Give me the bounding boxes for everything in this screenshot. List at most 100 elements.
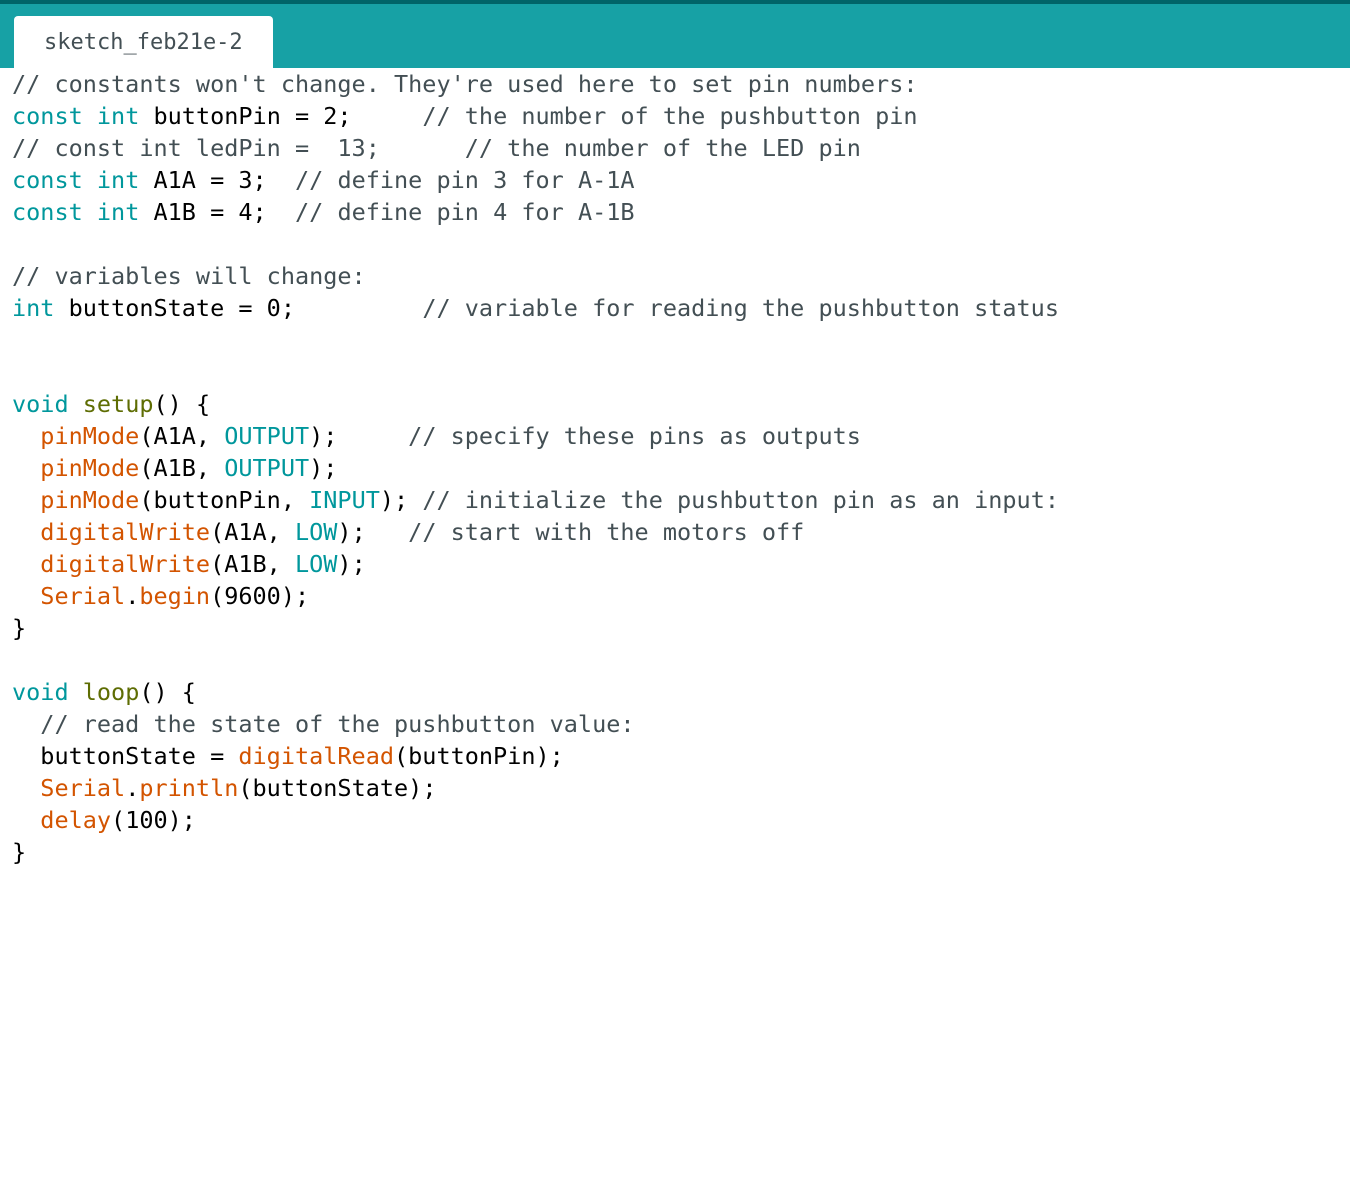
tab-sketch[interactable]: sketch_feb21e-2 — [14, 16, 273, 68]
code-comment: // constants won't change. They're used … — [12, 70, 918, 98]
code-text-run — [12, 518, 40, 546]
code-line[interactable]: digitalWrite(A1B, LOW); — [12, 548, 1059, 580]
code-text-run: . — [125, 774, 140, 802]
code-text-run: () { — [153, 390, 211, 418]
code-comment: // read the state of the pushbutton valu… — [40, 710, 635, 738]
code-line[interactable]: // constants won't change. They're used … — [12, 68, 1059, 100]
code-builtin: pinMode — [40, 486, 140, 514]
code-comment: // the number of the pushbutton pin — [422, 102, 918, 130]
code-text-run: () { — [139, 678, 196, 706]
code-text-run: (A1B, — [139, 454, 225, 482]
code-line[interactable]: // variables will change: — [12, 260, 1059, 292]
code-text-run — [12, 422, 40, 450]
code-builtin: println — [139, 774, 239, 802]
code-constant: LOW — [294, 518, 338, 546]
code-comment: // initialize the pushbutton pin as an i… — [422, 486, 1059, 514]
code-builtin: pinMode — [40, 454, 140, 482]
code-text-run — [69, 678, 83, 706]
code-keyword: int — [96, 102, 140, 130]
code-text-run — [12, 806, 40, 834]
code-editor[interactable]: // constants won't change. They're used … — [0, 68, 1350, 1192]
code-text-run — [12, 582, 40, 610]
code-keyword: int — [96, 166, 140, 194]
code-builtin: digitalWrite — [40, 518, 211, 546]
code-text-run: (A1A, — [210, 518, 295, 546]
code-text-run: A1B = 4; — [139, 198, 295, 226]
code-keyword: void — [12, 678, 69, 706]
code-constant: OUTPUT — [224, 454, 310, 482]
code-constant: OUTPUT — [224, 422, 310, 450]
code-line[interactable]: Serial.begin(9600); — [12, 580, 1059, 612]
code-keyword: int — [12, 294, 55, 322]
code-text-run — [12, 710, 40, 738]
code-line[interactable]: void setup() { — [12, 388, 1059, 420]
code-line[interactable]: ​ — [12, 644, 1059, 676]
code-line[interactable]: ​ — [12, 356, 1059, 388]
code-text-run: ); — [309, 422, 409, 450]
code-keyword: const — [12, 166, 83, 194]
code-text-run — [83, 198, 97, 226]
code-text-run: buttonState = — [12, 742, 239, 770]
code-comment: // start with the motors off — [408, 518, 805, 546]
code-line[interactable]: ​ — [12, 228, 1059, 260]
code-builtin: digitalRead — [238, 742, 395, 770]
code-keyword: void — [12, 390, 69, 418]
code-line[interactable]: const int buttonPin = 2; // the number o… — [12, 100, 1059, 132]
code-text-run: (100); — [111, 806, 196, 834]
code-comment: // define pin 4 for A-1B — [295, 198, 635, 226]
code-text-run: A1A = 3; — [139, 166, 295, 194]
code-builtin: Serial — [40, 582, 126, 610]
code-line[interactable]: } — [12, 612, 1059, 644]
code-keyword: const — [12, 198, 83, 226]
code-line[interactable]: ​ — [12, 324, 1059, 356]
code-line[interactable]: } — [12, 836, 1059, 868]
code-text-run — [12, 486, 40, 514]
code-line[interactable]: const int A1A = 3; // define pin 3 for A… — [12, 164, 1059, 196]
code-function-name: loop — [82, 678, 140, 706]
code-text-run: } — [12, 838, 27, 866]
code-text-run: (buttonState); — [238, 774, 437, 802]
ide-window: sketch_feb21e-2 // constants won't chang… — [0, 0, 1350, 1192]
code-line[interactable]: pinMode(buttonPin, INPUT); // initialize… — [12, 484, 1059, 516]
code-comment: // variables will change: — [12, 262, 366, 290]
code-text-run — [83, 102, 97, 130]
code-text-run — [69, 390, 83, 418]
code-line[interactable]: digitalWrite(A1A, LOW); // start with th… — [12, 516, 1059, 548]
code-builtin: Serial — [40, 774, 126, 802]
code-line[interactable]: void loop() { — [12, 676, 1059, 708]
code-line[interactable]: // const int ledPin = 13; // the number … — [12, 132, 1059, 164]
code-keyword: int — [96, 198, 140, 226]
code-comment: // const int ledPin = 13; // the number … — [12, 134, 861, 162]
code-text-run: (buttonPin); — [394, 742, 564, 770]
code-line[interactable]: delay(100); — [12, 804, 1059, 836]
code-builtin: delay — [40, 806, 112, 834]
code-keyword: const — [12, 102, 83, 130]
code-text-run: } — [12, 614, 27, 642]
code-line[interactable]: // read the state of the pushbutton valu… — [12, 708, 1059, 740]
code-constant: INPUT — [309, 486, 380, 514]
code-text-run: buttonPin = 2; — [139, 102, 423, 130]
code-builtin: pinMode — [40, 422, 140, 450]
code-constant: LOW — [294, 550, 338, 578]
code-comment: // define pin 3 for A-1A — [295, 166, 635, 194]
code-text[interactable]: // constants won't change. They're used … — [12, 68, 1059, 868]
code-text-run: (A1A, — [139, 422, 225, 450]
code-text-run: (A1B, — [210, 550, 295, 578]
code-line[interactable]: int buttonState = 0; // variable for rea… — [12, 292, 1059, 324]
code-line[interactable]: pinMode(A1B, OUTPUT); — [12, 452, 1059, 484]
code-comment: // variable for reading the pushbutton s… — [422, 294, 1059, 322]
code-text-run: (buttonPin, — [139, 486, 310, 514]
code-builtin: digitalWrite — [40, 550, 211, 578]
code-text-run: (9600); — [210, 582, 310, 610]
code-line[interactable]: const int A1B = 4; // define pin 4 for A… — [12, 196, 1059, 228]
code-comment: // specify these pins as outputs — [408, 422, 861, 450]
code-text-run — [12, 454, 40, 482]
code-line[interactable]: Serial.println(buttonState); — [12, 772, 1059, 804]
code-text-run: ); — [379, 486, 423, 514]
code-line[interactable]: pinMode(A1A, OUTPUT); // specify these p… — [12, 420, 1059, 452]
code-line[interactable]: buttonState = digitalRead(buttonPin); — [12, 740, 1059, 772]
code-text-run: buttonState = 0; — [54, 294, 423, 322]
code-text-run: ); — [337, 518, 409, 546]
code-text-run: . — [125, 582, 140, 610]
code-text-run — [83, 166, 97, 194]
